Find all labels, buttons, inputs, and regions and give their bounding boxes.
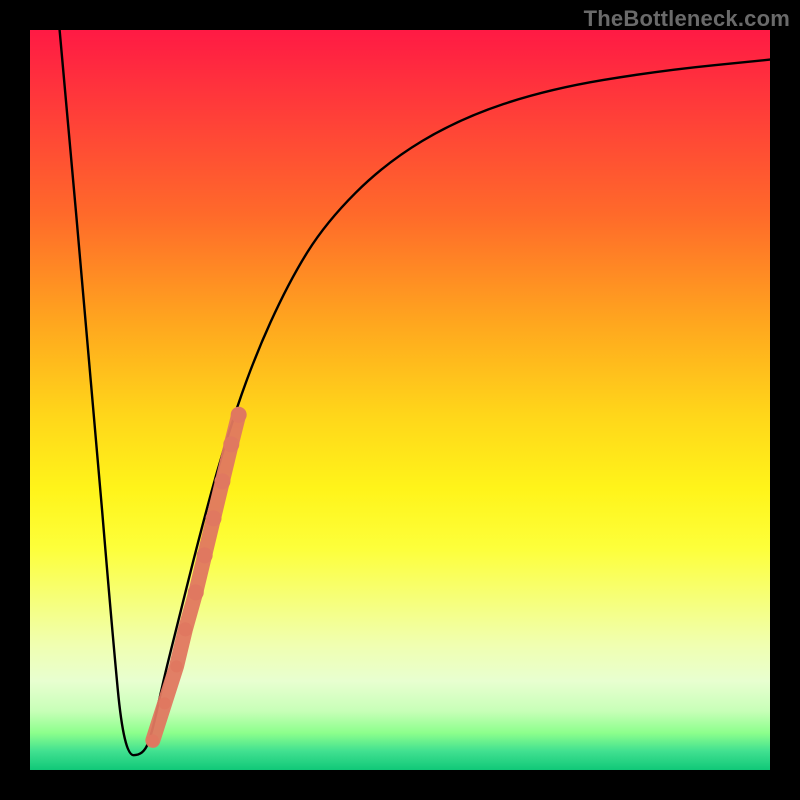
marker-dot [223, 436, 239, 452]
marker-dot [147, 734, 159, 746]
marker-band-stroke [153, 415, 239, 741]
marker-dot [231, 407, 247, 423]
chart-svg [30, 30, 770, 770]
marker-dot [178, 622, 192, 636]
curve-path [60, 30, 770, 755]
marker-dot [206, 510, 222, 526]
plot-area [30, 30, 770, 770]
marker-dot [159, 697, 171, 709]
chart-frame: TheBottleneck.com [0, 0, 800, 800]
curve-series [60, 30, 770, 755]
marker-dot [188, 584, 204, 600]
marker-dot [171, 660, 183, 672]
marker-dot [214, 473, 230, 489]
marker-series [147, 407, 247, 747]
watermark-text: TheBottleneck.com [584, 6, 790, 32]
marker-dot [197, 547, 213, 563]
